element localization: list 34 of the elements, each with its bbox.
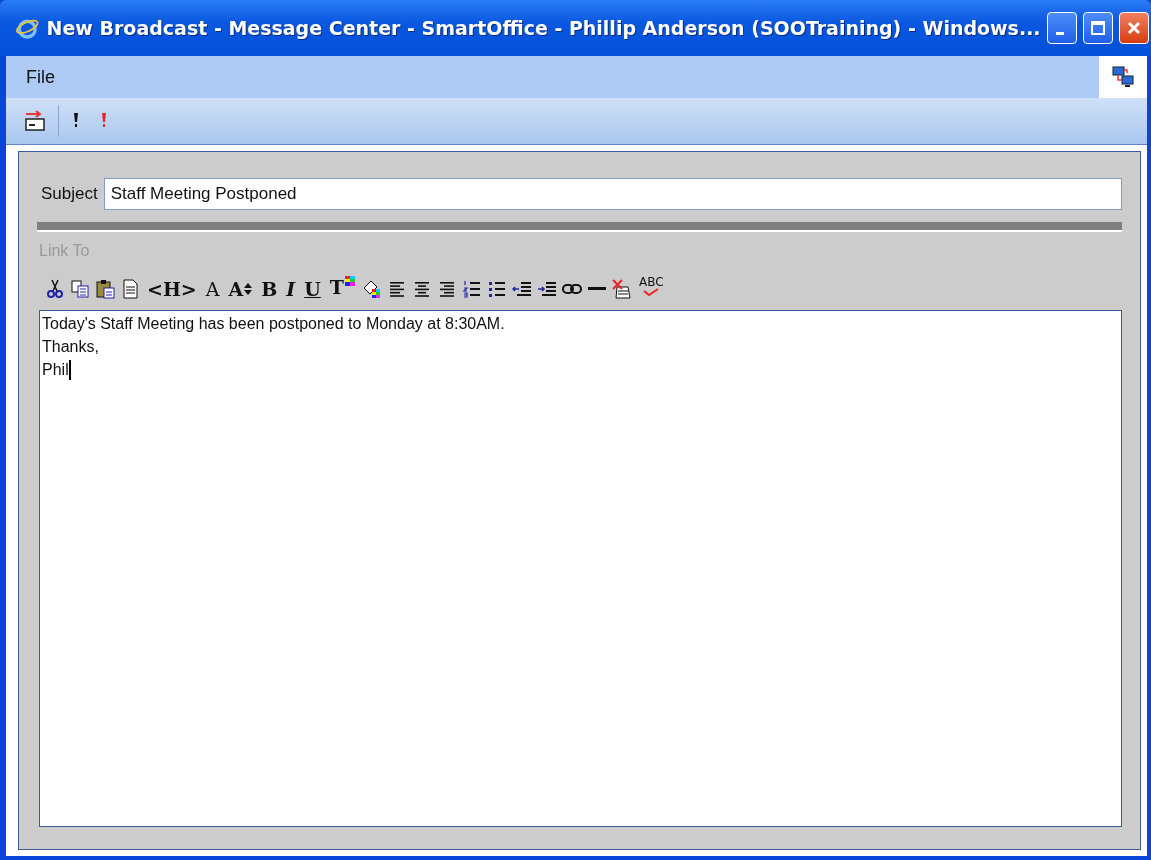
fill-color-icon[interactable] [361, 279, 382, 299]
bold-button[interactable]: B [259, 276, 280, 302]
underline-button[interactable]: U [302, 276, 323, 302]
outdent-icon[interactable] [511, 279, 532, 299]
minimize-icon [1055, 31, 1064, 35]
message-text: Phil [42, 360, 69, 380]
cut-icon[interactable] [45, 279, 65, 299]
maximize-button[interactable] [1082, 12, 1113, 44]
message-editor[interactable]: Today's Staff Meeting has been postponed to Monday at 8:30AM. Thanks, Phil [39, 310, 1122, 827]
subject-field[interactable]: Staff Meeting Postponed [103, 178, 1122, 210]
font-size-button[interactable]: A [226, 276, 255, 302]
copy-icon[interactable] [70, 279, 90, 299]
text-color-button[interactable]: T [327, 276, 357, 302]
window-title: New Broadcast - Message Center - SmartOffice - Phillip Anderson (SOOTraining) - Windows... [46, 17, 1041, 39]
minimize-button[interactable] [1046, 12, 1077, 44]
new-icon[interactable] [120, 279, 140, 299]
menu-item[interactable]: File [6, 66, 75, 88]
color-grid-icon [344, 276, 355, 286]
subject-label: Subject [41, 184, 98, 204]
close-button[interactable] [1118, 12, 1149, 44]
network-icon[interactable] [1099, 56, 1147, 98]
checkmark-icon [643, 288, 660, 296]
italic-button[interactable]: I [284, 276, 298, 302]
bullet-list-icon[interactable] [486, 279, 507, 299]
message-text: Thanks, [42, 337, 99, 357]
paste-icon[interactable] [95, 279, 115, 299]
heading-button[interactable]: <H> [145, 276, 199, 302]
message-text: Today's Staff Meeting has been postponed to Monday at 8:30AM. [42, 314, 505, 334]
indent-icon[interactable] [536, 279, 557, 299]
font-button[interactable]: A [203, 276, 222, 302]
up-down-arrows-icon [244, 282, 253, 296]
clear-icon[interactable] [611, 279, 632, 299]
numbered-list-icon[interactable] [461, 279, 482, 299]
spellcheck-button[interactable]: ABC [636, 276, 666, 302]
